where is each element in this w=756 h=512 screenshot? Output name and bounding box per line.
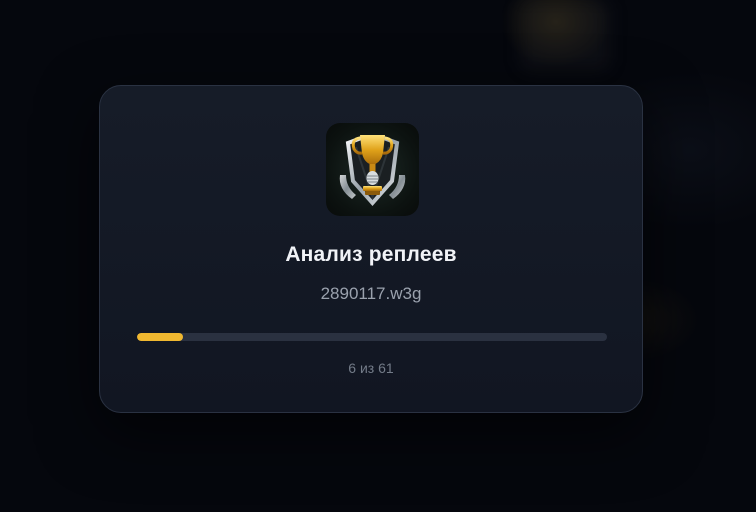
trophy-shield-icon <box>326 123 419 216</box>
current-file-name: 2890117.w3g <box>320 284 422 303</box>
progress-bar <box>137 333 607 341</box>
background-blurred-element <box>520 0 610 70</box>
replay-analysis-dialog: Анализ реплеев 2890117.w3g 6 из 61 <box>99 85 643 413</box>
progress-bar-fill <box>137 333 184 341</box>
progress-counter: 6 из 61 <box>348 360 394 376</box>
dialog-title: Анализ реплеев <box>285 243 457 266</box>
